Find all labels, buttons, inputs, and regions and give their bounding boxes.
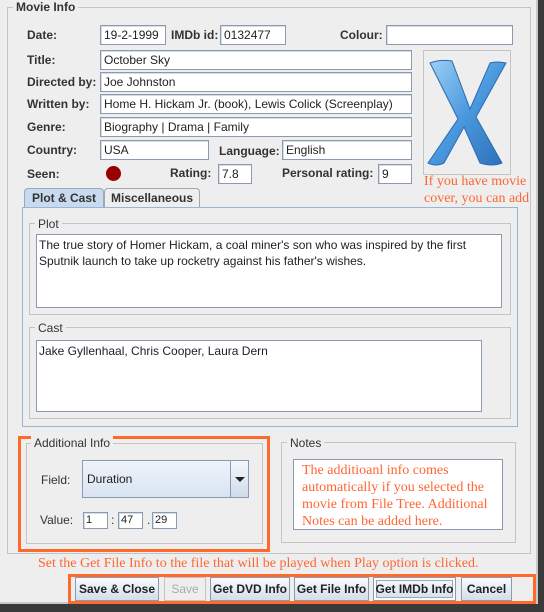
colour-field[interactable] [386,25,513,45]
tab-plot-cast[interactable]: Plot & Cast [24,188,104,208]
window-shadow-right [538,0,544,604]
imdb-id-field[interactable]: 0132477 [220,25,286,45]
time-separator-dot: . [147,513,151,527]
genre-label: Genre: [27,120,66,134]
chevron-down-icon [235,477,245,482]
notes-textarea[interactable]: The additioanl info comes automatically … [293,459,503,530]
cancel-button[interactable]: Cancel [461,577,512,601]
title-label: Title: [27,53,56,67]
colour-label: Colour: [340,28,383,42]
tab-miscellaneous[interactable]: Miscellaneous [104,188,200,208]
window-shadow-bottom [0,604,544,612]
rating-field[interactable]: 7.8 [218,164,252,184]
field-label: Field: [41,473,71,487]
plot-title: Plot [35,217,62,231]
seen-label: Seen: [27,167,60,181]
personal-rating-label: Personal rating: [282,166,374,180]
country-label: Country: [27,143,77,157]
rating-label: Rating: [170,166,212,180]
hours-field[interactable]: 1 [83,512,108,529]
genre-field[interactable]: Biography | Drama | Family [100,117,412,137]
directed-by-field[interactable]: Joe Johnston [100,72,412,92]
personal-rating-field[interactable]: 9 [378,164,412,184]
imdb-id-label: IMDb id: [171,28,219,42]
movie-info-title: Movie Info [13,0,79,14]
field-combobox[interactable]: Duration [82,460,249,498]
date-label: Date: [27,28,58,42]
language-label: Language: [219,144,280,158]
directed-by-label: Directed by: [27,75,97,89]
get-dvd-info-button[interactable]: Get DVD Info [210,577,290,601]
date-field[interactable]: 19-2-1999 [100,25,166,45]
field-combobox-button[interactable] [230,461,248,497]
bottom-annotation: Set the Get File Info to the file that w… [38,556,479,571]
plot-textarea[interactable]: The true story of Homer Hickam, a coal m… [36,234,502,308]
cover-image[interactable] [423,50,511,175]
field-combobox-value: Duration [87,472,133,486]
seen-indicator[interactable] [106,166,121,181]
title-field[interactable]: October Sky [100,50,412,70]
additional-info-title: Additional Info [31,436,114,450]
country-field[interactable]: USA [100,140,209,160]
language-field[interactable]: English [282,140,412,160]
mac-os-x-cover-icon [427,59,507,166]
cast-textarea[interactable]: Jake Gyllenhaal, Chris Cooper, Laura Der… [36,340,482,412]
get-file-info-button[interactable]: Get File Info [294,577,369,601]
get-imdb-info-button[interactable]: Get IMDb Info [373,577,456,601]
save-button[interactable]: Save [164,577,206,601]
save-close-button[interactable]: Save & Close [75,577,159,601]
time-separator-colon: : [111,513,115,527]
cast-title: Cast [35,321,66,335]
value-label: Value: [40,513,74,527]
minutes-field[interactable]: 47 [118,512,143,529]
seconds-field[interactable]: 29 [152,512,177,529]
written-by-field[interactable]: Home H. Hickam Jr. (book), Lewis Colick … [100,94,412,114]
notes-title: Notes [287,436,325,450]
written-by-label: Written by: [27,97,90,111]
